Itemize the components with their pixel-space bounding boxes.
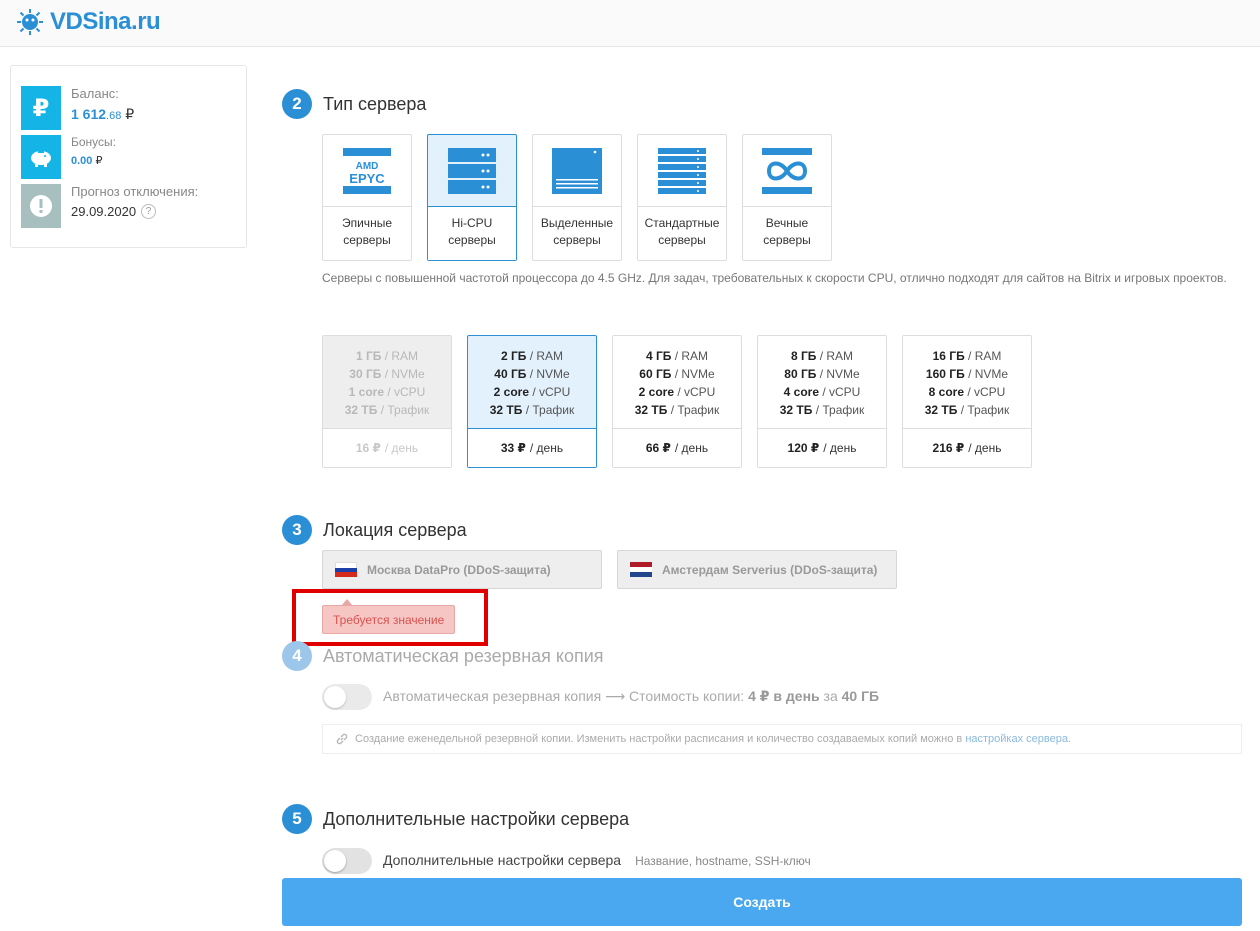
location-label: Москва DataPro (DDoS-защита) bbox=[367, 562, 551, 577]
error-highlight-frame bbox=[292, 589, 488, 646]
plan-price: 66 ₽ / день bbox=[613, 429, 741, 467]
plan-card-8gb[interactable]: 8 ГБ / RAM 80 ГБ / NVMe 4 core / vCPU 32… bbox=[757, 335, 887, 468]
netherlands-flag-icon bbox=[630, 562, 652, 577]
location-amsterdam-button[interactable]: Амстердам Serverius (DDoS-защита) bbox=[617, 550, 897, 589]
step-number: 3 bbox=[282, 515, 312, 545]
step-title: Тип сервера bbox=[323, 93, 427, 114]
type-card-label: Стандартные серверы bbox=[644, 216, 720, 247]
balance-value: 1 612.68 ₽ bbox=[71, 106, 135, 122]
bonus-label: Бонусы: bbox=[71, 135, 116, 149]
plan-price: 33 ₽ / день bbox=[468, 429, 596, 467]
balance-row: ₽ Баланс: 1 612.68 ₽ bbox=[21, 86, 134, 130]
type-card-hicpu[interactable]: Hi-CPU серверы bbox=[427, 134, 517, 261]
type-card-eternal[interactable]: Вечные серверы bbox=[742, 134, 832, 261]
step-title: Дополнительные настройки сервера bbox=[323, 808, 630, 829]
extra-settings-line: Дополнительные настройки сервера Название… bbox=[383, 852, 811, 868]
logo[interactable]: VDSina.ru bbox=[16, 7, 161, 37]
infinity-icon bbox=[762, 147, 812, 194]
svg-text:EPYC: EPYC bbox=[349, 171, 385, 186]
plan-card-1gb: 1 ГБ / RAM 30 ГБ / NVMe 1 core / vCPU 32… bbox=[322, 335, 452, 468]
step-extra-settings: 5 Дополнительные настройки сервера bbox=[282, 804, 629, 834]
type-card-label: Вечные серверы bbox=[763, 216, 811, 247]
forecast-date: 29.09.2020 bbox=[71, 204, 137, 219]
server-rack-icon bbox=[448, 147, 496, 194]
ruble-icon: ₽ bbox=[21, 86, 61, 130]
backup-note: Создание еженедельной резервной копии. И… bbox=[322, 724, 1242, 754]
location-moscow-button[interactable]: Москва DataPro (DDoS-защита) bbox=[322, 550, 602, 589]
step-location: 3 Локация сервера bbox=[282, 515, 467, 545]
balance-label: Баланс: bbox=[71, 86, 119, 101]
warning-icon bbox=[21, 184, 61, 228]
step-backup: 4 Автоматическая резервная копия bbox=[282, 641, 604, 671]
type-card-standard[interactable]: Стандартные серверы bbox=[637, 134, 727, 261]
plan-price: 16 ₽ / день bbox=[323, 429, 451, 467]
bonus-row: Бонусы: 0.00 ₽ bbox=[21, 135, 116, 179]
server-type-description: Серверы с повышенной частотой процессора… bbox=[322, 271, 1227, 285]
logo-text: VDSina.ru bbox=[50, 8, 161, 35]
top-header: VDSina.ru bbox=[0, 0, 1260, 47]
amd-epyc-icon: AMD EPYC bbox=[343, 147, 391, 194]
plan-card-2gb[interactable]: 2 ГБ / RAM 40 ГБ / NVMe 2 core / vCPU 32… bbox=[467, 335, 597, 468]
piggy-bank-icon bbox=[21, 135, 61, 179]
type-card-label: Выделенные серверы bbox=[540, 216, 614, 247]
location-label: Амстердам Serverius (DDoS-защита) bbox=[662, 562, 878, 577]
plan-price: 216 ₽ / день bbox=[903, 429, 1031, 467]
plan-price: 120 ₽ / день bbox=[758, 429, 886, 467]
step-number: 5 bbox=[282, 804, 312, 834]
server-settings-link[interactable]: настройках сервера bbox=[965, 733, 1068, 745]
help-icon[interactable]: ? bbox=[141, 204, 157, 219]
logo-sun-icon bbox=[17, 9, 43, 35]
link-icon bbox=[336, 733, 348, 745]
step-title: Локация сервера bbox=[323, 519, 467, 540]
step-title: Автоматическая резервная копия bbox=[323, 645, 604, 666]
russia-flag-icon bbox=[335, 562, 357, 578]
plan-card-4gb[interactable]: 4 ГБ / RAM 60 ГБ / NVMe 2 core / vCPU 32… bbox=[612, 335, 742, 468]
forecast-value: 29.09.2020 ? bbox=[71, 204, 198, 219]
plan-card-16gb[interactable]: 16 ГБ / RAM 160 ГБ / NVMe 8 core / vCPU … bbox=[902, 335, 1032, 468]
backup-toggle[interactable] bbox=[322, 684, 372, 710]
step-server-type: 2 Тип сервера bbox=[282, 89, 426, 119]
extra-settings-toggle[interactable] bbox=[322, 848, 372, 874]
type-card-label: Hi-CPU серверы bbox=[428, 207, 516, 260]
dedicated-server-icon bbox=[552, 147, 602, 194]
server-stack-icon bbox=[658, 147, 706, 194]
type-card-dedicated[interactable]: Выделенные серверы bbox=[532, 134, 622, 261]
backup-cost-line: Автоматическая резервная копия ⟶ Стоимос… bbox=[383, 688, 880, 704]
forecast-row: Прогноз отключения: 29.09.2020 ? bbox=[21, 184, 198, 228]
balance-card: ₽ Баланс: 1 612.68 ₽ Бонусы: 0.00 ₽ Прог… bbox=[10, 65, 247, 248]
step-number: 4 bbox=[282, 641, 312, 671]
type-card-epyc[interactable]: AMD EPYC Эпичные серверы bbox=[322, 134, 412, 261]
bonus-value: 0.00 ₽ bbox=[71, 155, 103, 167]
step-number: 2 bbox=[282, 89, 312, 119]
type-card-label: Эпичные серверы bbox=[341, 216, 392, 247]
create-button[interactable]: Создать bbox=[282, 878, 1242, 926]
forecast-label: Прогноз отключения: bbox=[71, 184, 199, 199]
